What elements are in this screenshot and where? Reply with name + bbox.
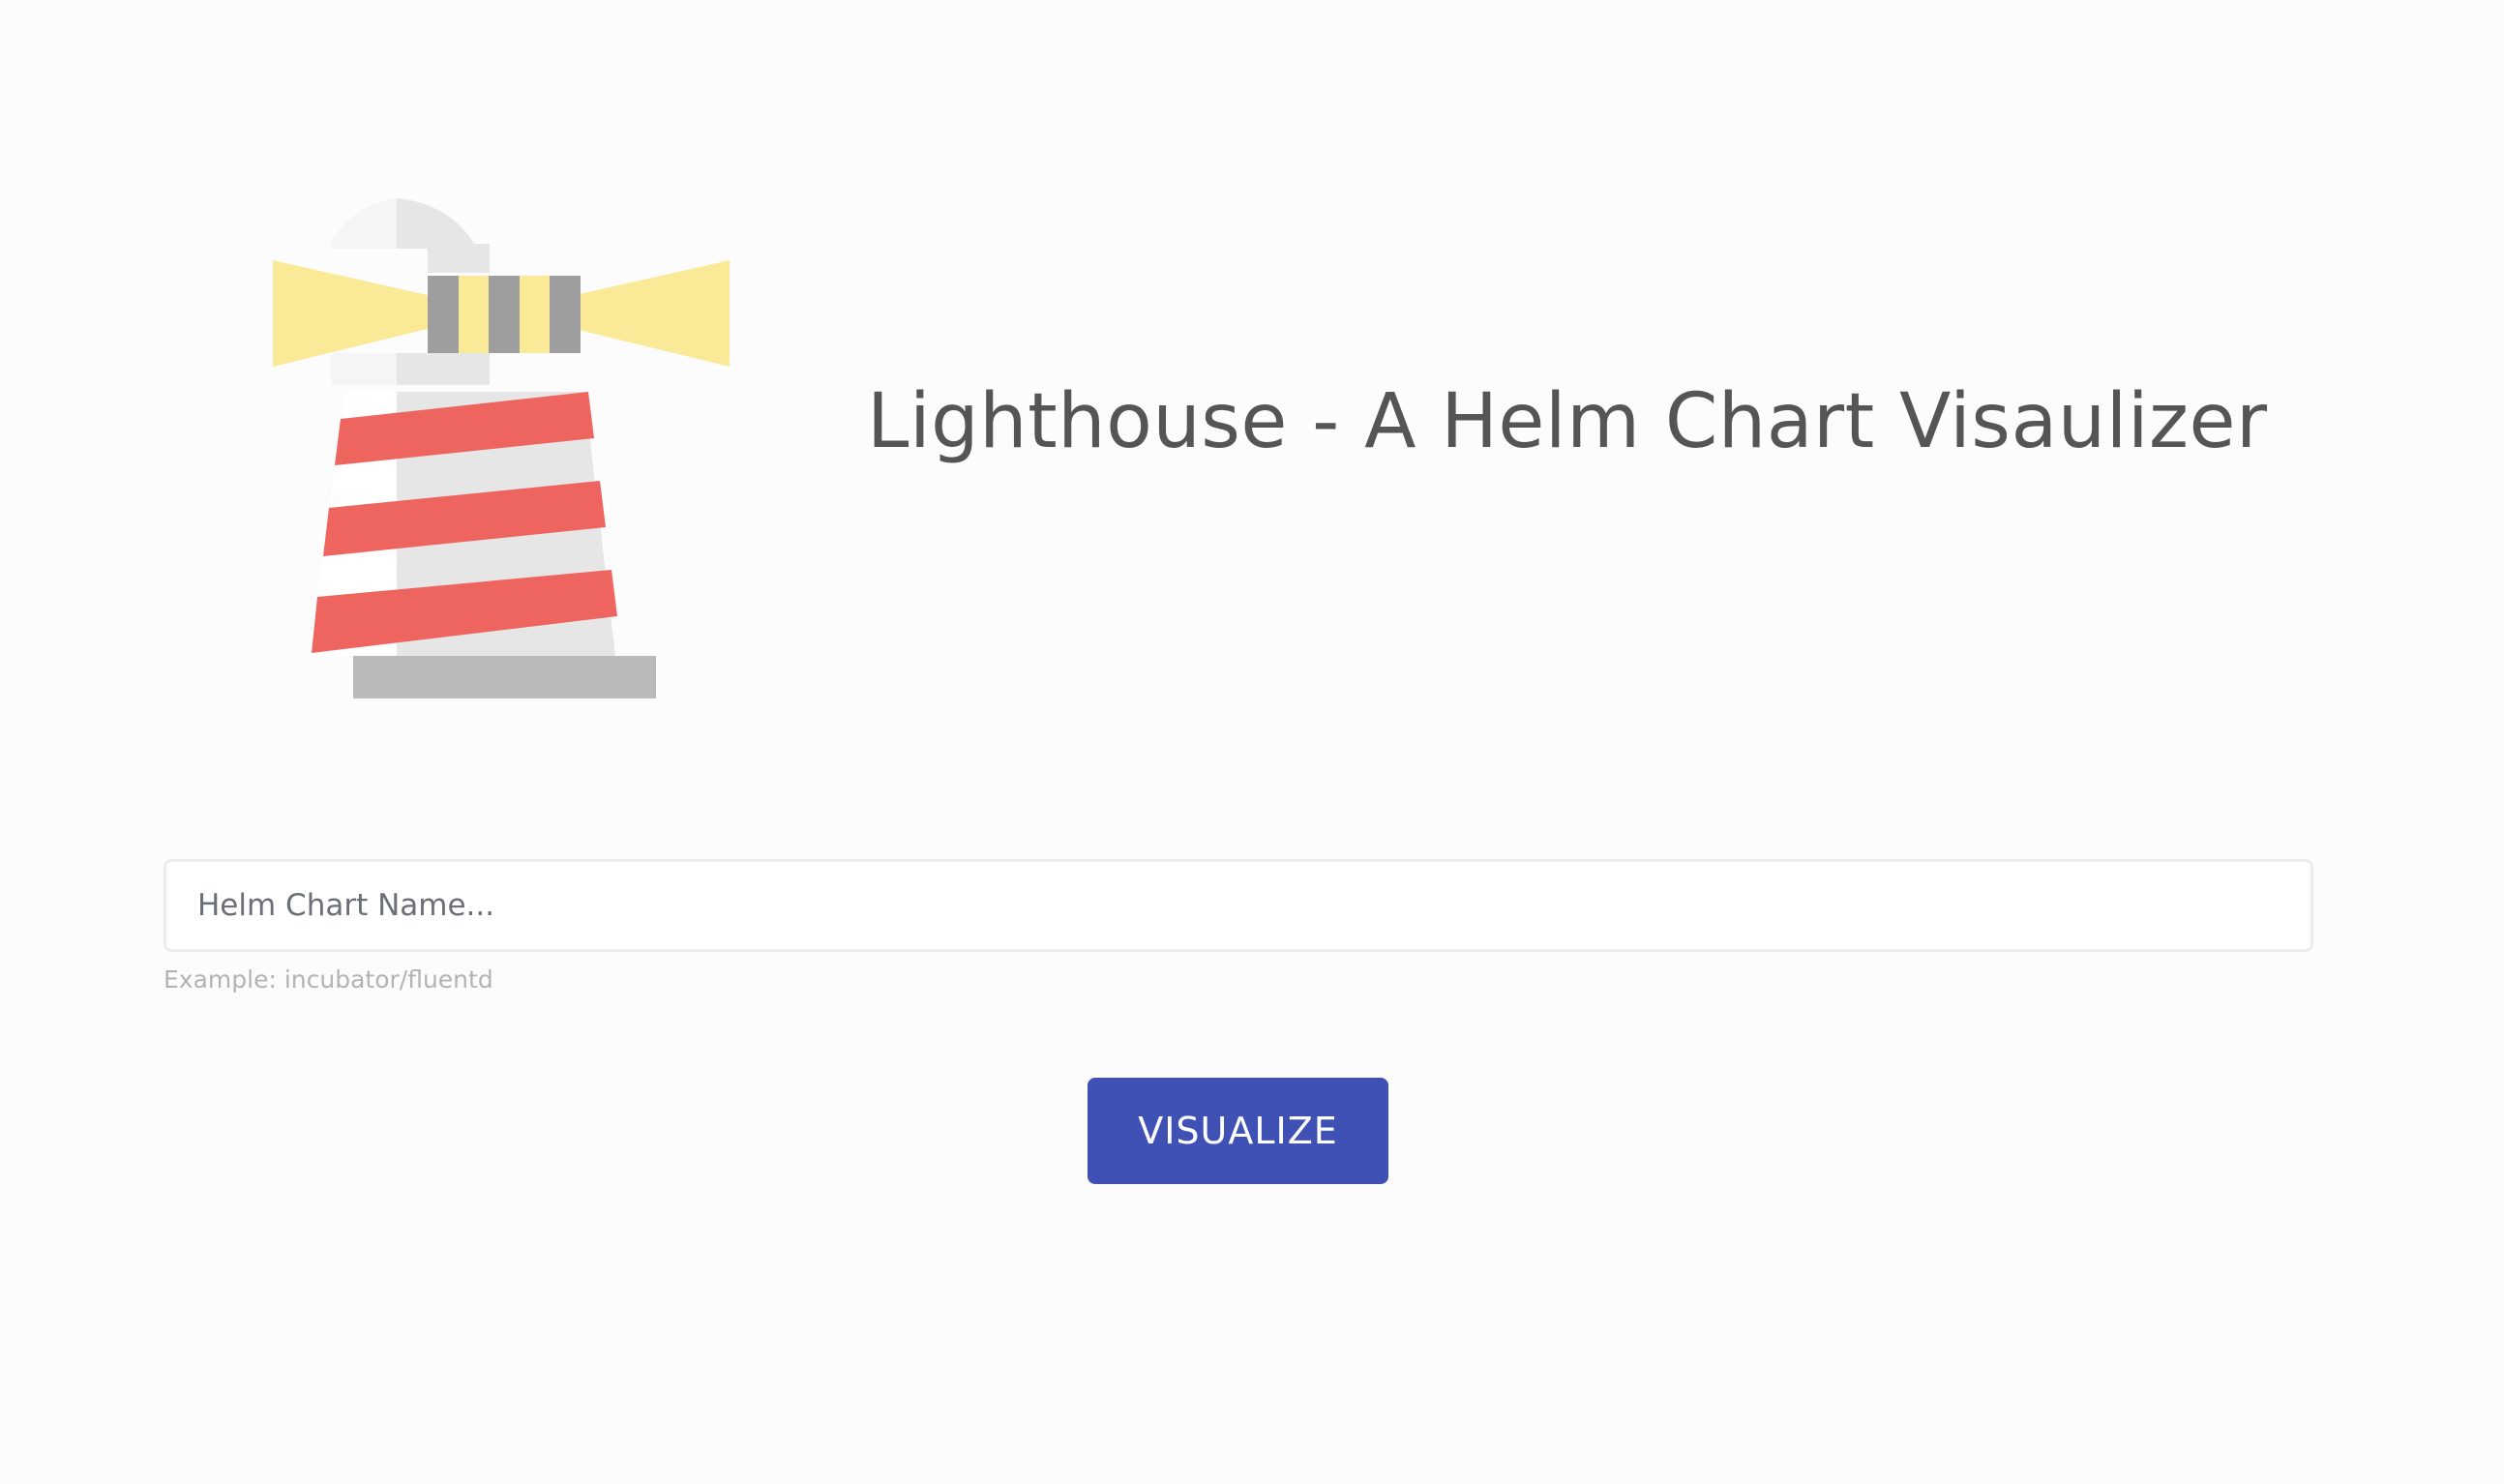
landing-page: Lighthouse - A Helm Chart Visaulizer Exa…: [0, 0, 2504, 1484]
helm-chart-search-field[interactable]: [164, 859, 2313, 952]
visualize-button[interactable]: VISUALIZE: [1088, 1078, 1388, 1184]
search-helper-text: Example: incubator/fluentd: [164, 965, 493, 994]
helm-chart-name-input[interactable]: [166, 862, 2310, 949]
page-title: Lighthouse - A Helm Chart Visaulizer: [867, 378, 2268, 465]
lighthouse-icon: [273, 198, 730, 698]
